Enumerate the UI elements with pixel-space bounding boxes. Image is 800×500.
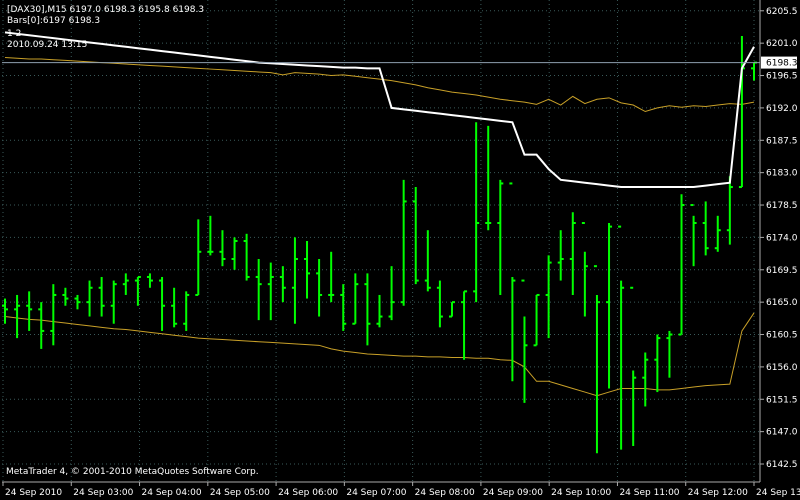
ohlc-bar [146, 273, 153, 288]
ohlc-bar [183, 291, 190, 331]
ohlc-bars [2, 35, 757, 454]
y-tick-label: 6187.5 [766, 136, 798, 146]
ohlc-bar [364, 273, 371, 346]
ohlc-bar [62, 287, 69, 306]
ohlc-bar [618, 225, 625, 450]
x-tick-label: 24 Sep 05:00 [210, 488, 270, 498]
ohlc-bar [569, 212, 576, 295]
y-tick-label: 6201.0 [766, 39, 798, 49]
ohlc-bar [738, 35, 745, 189]
y-tick-label: 6205.5 [766, 7, 798, 17]
x-tick-label: 24 Sep 04:00 [142, 488, 202, 498]
y-tick-label: 6142.5 [766, 460, 798, 470]
ohlc-bar [666, 330, 673, 378]
y-tick-label: 6151.5 [766, 395, 798, 405]
ohlc-bar [267, 262, 274, 321]
ohlc-bar [630, 286, 637, 447]
ohlc-bar [159, 276, 166, 331]
ohlc-bar [26, 291, 33, 331]
ohlc-bar [74, 294, 81, 310]
current-price-badge: 6198.3 [761, 56, 798, 69]
x-tick-label: 24 Sep 06:00 [278, 488, 338, 498]
ohlc-bar [134, 275, 141, 306]
ohlc-bar [279, 266, 286, 303]
ohlc-bar [606, 223, 613, 389]
ohlc-bar [726, 176, 733, 245]
chart-canvas: 6205.5 6201.0 6196.5 6192.0 6187.5 6183.0 6178… [2, 0, 800, 498]
bars-info-line: Bars[0]:6197 6198.3 [7, 16, 101, 26]
time-line: 2010.09.24 13:15 [7, 40, 88, 50]
ohlc-bar [98, 276, 105, 317]
current-price-value: 6198.3 [766, 59, 798, 69]
upper-band-polyline [4, 57, 755, 113]
ohlc-bar [751, 61, 757, 81]
ohlc-bar [291, 237, 298, 324]
x-tick-label: 24 Sep 08:00 [415, 488, 475, 498]
ohlc-bar [243, 233, 250, 281]
y-tick-label: 6192.0 [766, 104, 798, 114]
ohlc-bar [678, 194, 685, 336]
ohlc-bar [219, 230, 226, 267]
x-tick-label: 24 Sep 12:00 [688, 488, 748, 498]
ohlc-bar [593, 265, 600, 454]
ohlc-bar [316, 258, 323, 317]
x-tick-label: 24 Sep 2010 [5, 488, 62, 498]
ohlc-bar [509, 182, 516, 382]
ohlc-bar [340, 284, 347, 331]
ohlc-bar [521, 279, 528, 403]
ohlc-bar [304, 241, 311, 299]
ohlc-bar [38, 302, 45, 349]
y-tick-label: 6183.0 [766, 169, 798, 179]
ohlc-bar [171, 287, 178, 328]
ohlc-bar [448, 301, 455, 318]
ohlc-bar [412, 187, 419, 285]
x-tick-label: 24 Sep 07:00 [346, 488, 406, 498]
y-tick-label: 6196.5 [766, 72, 798, 82]
ohlc-bar [714, 215, 721, 252]
ohlc-bar [690, 204, 697, 267]
y-tick-label: 6169.5 [766, 266, 798, 276]
price-axis-labels: 6205.5 6201.0 6196.5 6192.0 6187.5 6183.0 6178… [760, 7, 798, 470]
ohlc-bar [702, 201, 709, 256]
x-tick-label: 24 Sep 13:00 [756, 488, 800, 498]
ohlc-bar [86, 280, 93, 317]
ohlc-bar [545, 255, 552, 339]
ohlc-bar [50, 284, 57, 346]
ohlc-bar [255, 258, 262, 321]
symbol-ohlc-line: [DAX30],M15 6197.0 6198.3 6195.8 6198.3 [7, 5, 205, 15]
bands [4, 57, 755, 397]
copyright-text: MetaTrader 4, © 2001-2010 MetaQuotes Sof… [6, 467, 259, 477]
ohlc-bar [328, 251, 335, 303]
x-tick-label: 24 Sep 09:00 [483, 488, 543, 498]
ohlc-bar [654, 334, 661, 393]
ohlc-bar [110, 280, 117, 324]
ohlc-bar [388, 266, 395, 321]
time-axis-labels: 24 Sep 2010 24 Sep 03:00 24 Sep 04:00 24 Se… [2, 482, 800, 498]
ohlc-bar [473, 122, 480, 303]
x-tick-label: 24 Sep 03:00 [73, 488, 133, 498]
x-tick-label: 24 Sep 11:00 [619, 488, 679, 498]
ohlc-bar [436, 280, 443, 328]
y-tick-label: 6147.0 [766, 428, 798, 438]
ohlc-bar [352, 273, 359, 325]
ohlc-bar [376, 294, 383, 328]
ohlc-bar [642, 352, 649, 407]
ohlc-bar [122, 273, 129, 295]
ohlc-bar [231, 237, 238, 270]
ohlc-bar [461, 290, 468, 360]
ohlc-bar [14, 294, 21, 339]
y-tick-label: 6156.0 [766, 363, 798, 373]
y-tick-label: 6174.0 [766, 233, 798, 243]
ohlc-bar [207, 215, 214, 256]
y-tick-label: 6165.0 [766, 298, 798, 308]
ohlc-bar [485, 125, 492, 231]
params-line: 1 2 [7, 29, 22, 39]
y-tick-label: 6160.5 [766, 331, 798, 341]
y-tick-label: 6178.5 [766, 201, 798, 211]
x-tick-label: 24 Sep 10:00 [551, 488, 611, 498]
ohlc-bar [195, 219, 202, 296]
ohlc-bar [424, 230, 431, 292]
ohlc-bar [400, 179, 407, 306]
